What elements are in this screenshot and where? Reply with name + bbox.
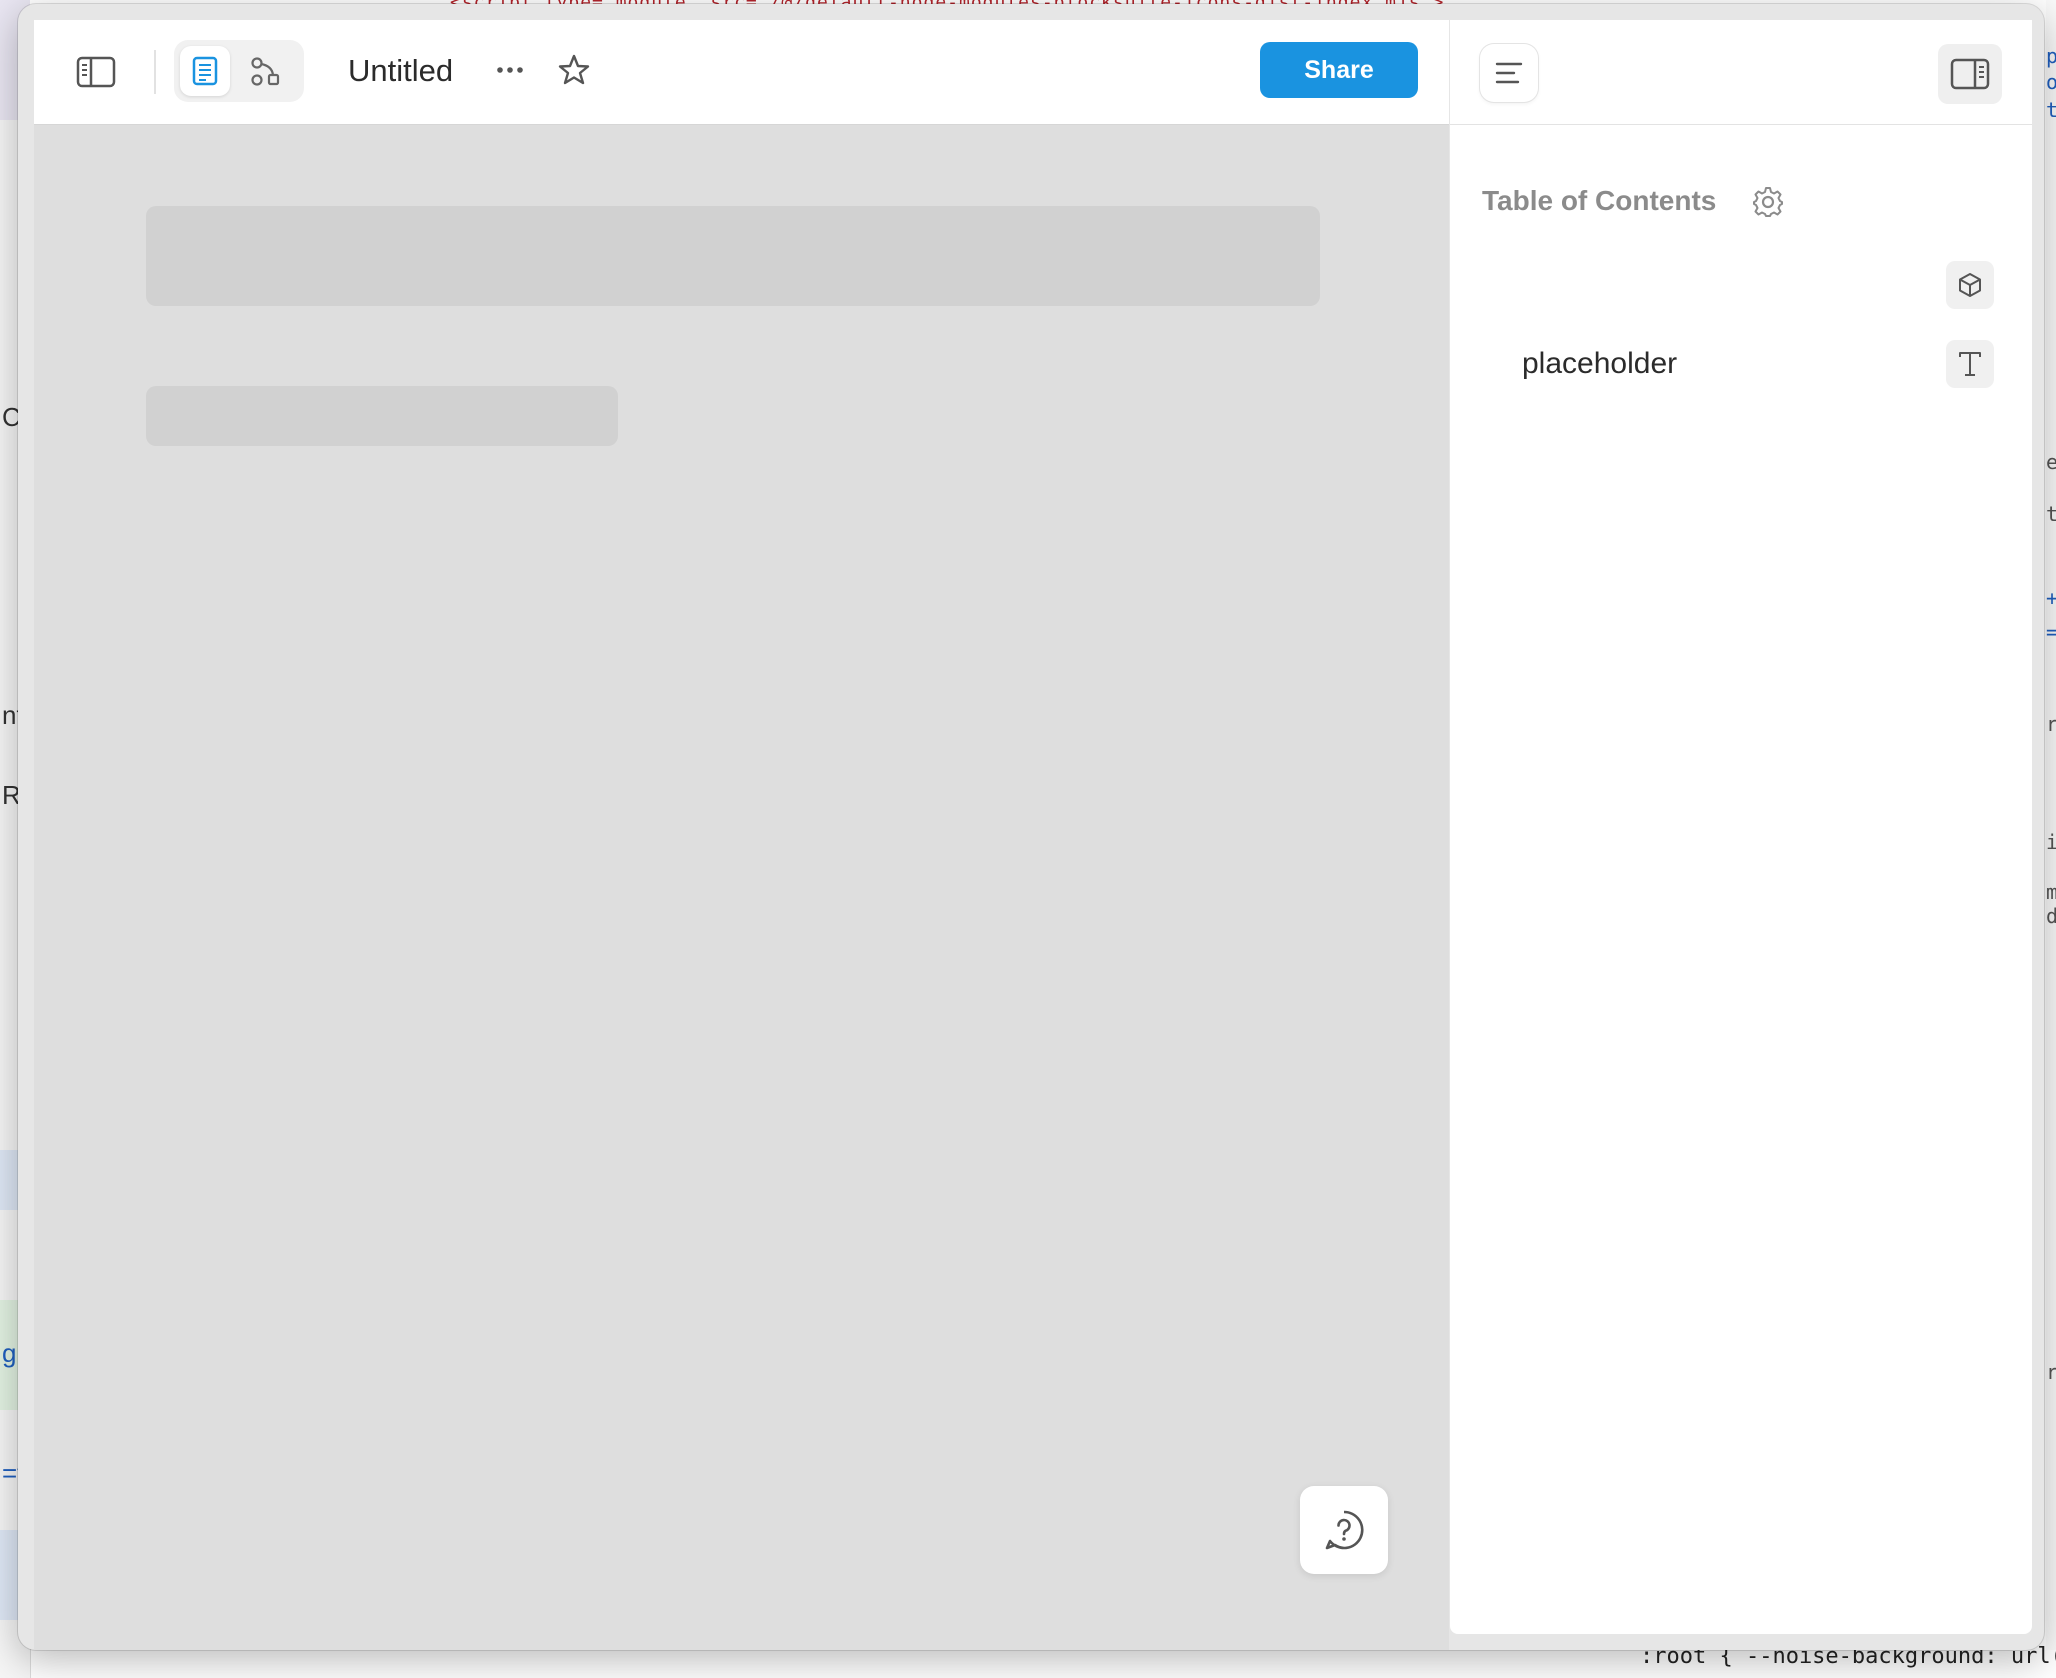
sidebar-left-icon: [76, 56, 116, 88]
edgeless-icon: [251, 57, 280, 86]
background-text-fragment: r: [2046, 712, 2056, 736]
text-icon: [1959, 352, 1981, 376]
toc-block-button[interactable]: [1946, 261, 1994, 309]
background-text-fragment: t: [2046, 98, 2056, 122]
document-title[interactable]: Untitled: [348, 52, 453, 90]
outline-icon: [1495, 62, 1523, 84]
background-text-fragment: d: [2046, 904, 2056, 928]
sidebar-toggle-button[interactable]: [72, 48, 120, 96]
panel-header: [1450, 20, 2032, 125]
page-mode-button[interactable]: [180, 46, 230, 96]
share-button[interactable]: Share: [1260, 42, 1418, 98]
background-text-fragment: o: [2046, 70, 2056, 94]
editor-area: Untitled Share: [34, 20, 1449, 1650]
page-icon: [192, 56, 218, 86]
gear-icon: [1753, 187, 1783, 217]
background-text-fragment: e: [2046, 450, 2056, 474]
background-text-fragment: +: [2046, 586, 2056, 610]
editor-header: Untitled Share: [34, 20, 1449, 125]
loading-skeleton-title: [146, 206, 1320, 306]
background-bottom-editor: :root { --noise-background: url(: [360, 1644, 2056, 1678]
background-text-fragment: t: [2046, 502, 2056, 526]
help-button[interactable]: [1300, 1486, 1388, 1574]
background-text-fragment: =: [2046, 620, 2056, 644]
more-horizontal-icon: [497, 67, 523, 73]
cube-icon: [1959, 273, 1981, 297]
more-options-button[interactable]: [490, 50, 530, 90]
star-icon: [558, 54, 590, 85]
sidebar-right-icon: [1950, 58, 1990, 90]
background-text-fragment: r: [2046, 1360, 2056, 1384]
mode-switcher: [174, 40, 304, 102]
help-question-icon: [1325, 1510, 1364, 1550]
panel-toggle-button[interactable]: [1938, 44, 2002, 104]
edgeless-mode-button[interactable]: [240, 46, 290, 96]
favorite-button[interactable]: [554, 50, 594, 90]
toc-settings-button[interactable]: [1750, 184, 1786, 220]
app-window: Untitled Share Table of Contents placeho…: [18, 4, 2044, 1650]
right-sidebar-panel: Table of Contents placeholder: [1450, 20, 2032, 1634]
background-right-editor: p o t e t + = r i m d r: [2046, 0, 2056, 1678]
background-text-fragment: m: [2046, 880, 2056, 904]
outline-button[interactable]: [1480, 44, 1538, 102]
background-text-fragment: p: [2046, 44, 2056, 68]
toc-entry[interactable]: placeholder: [1522, 346, 1677, 382]
toc-text-button[interactable]: [1946, 340, 1994, 388]
toc-heading: Table of Contents: [1482, 185, 1717, 216]
background-text-fragment: i: [2046, 830, 2056, 854]
header-divider: [154, 50, 156, 94]
loading-skeleton-line: [146, 386, 618, 446]
